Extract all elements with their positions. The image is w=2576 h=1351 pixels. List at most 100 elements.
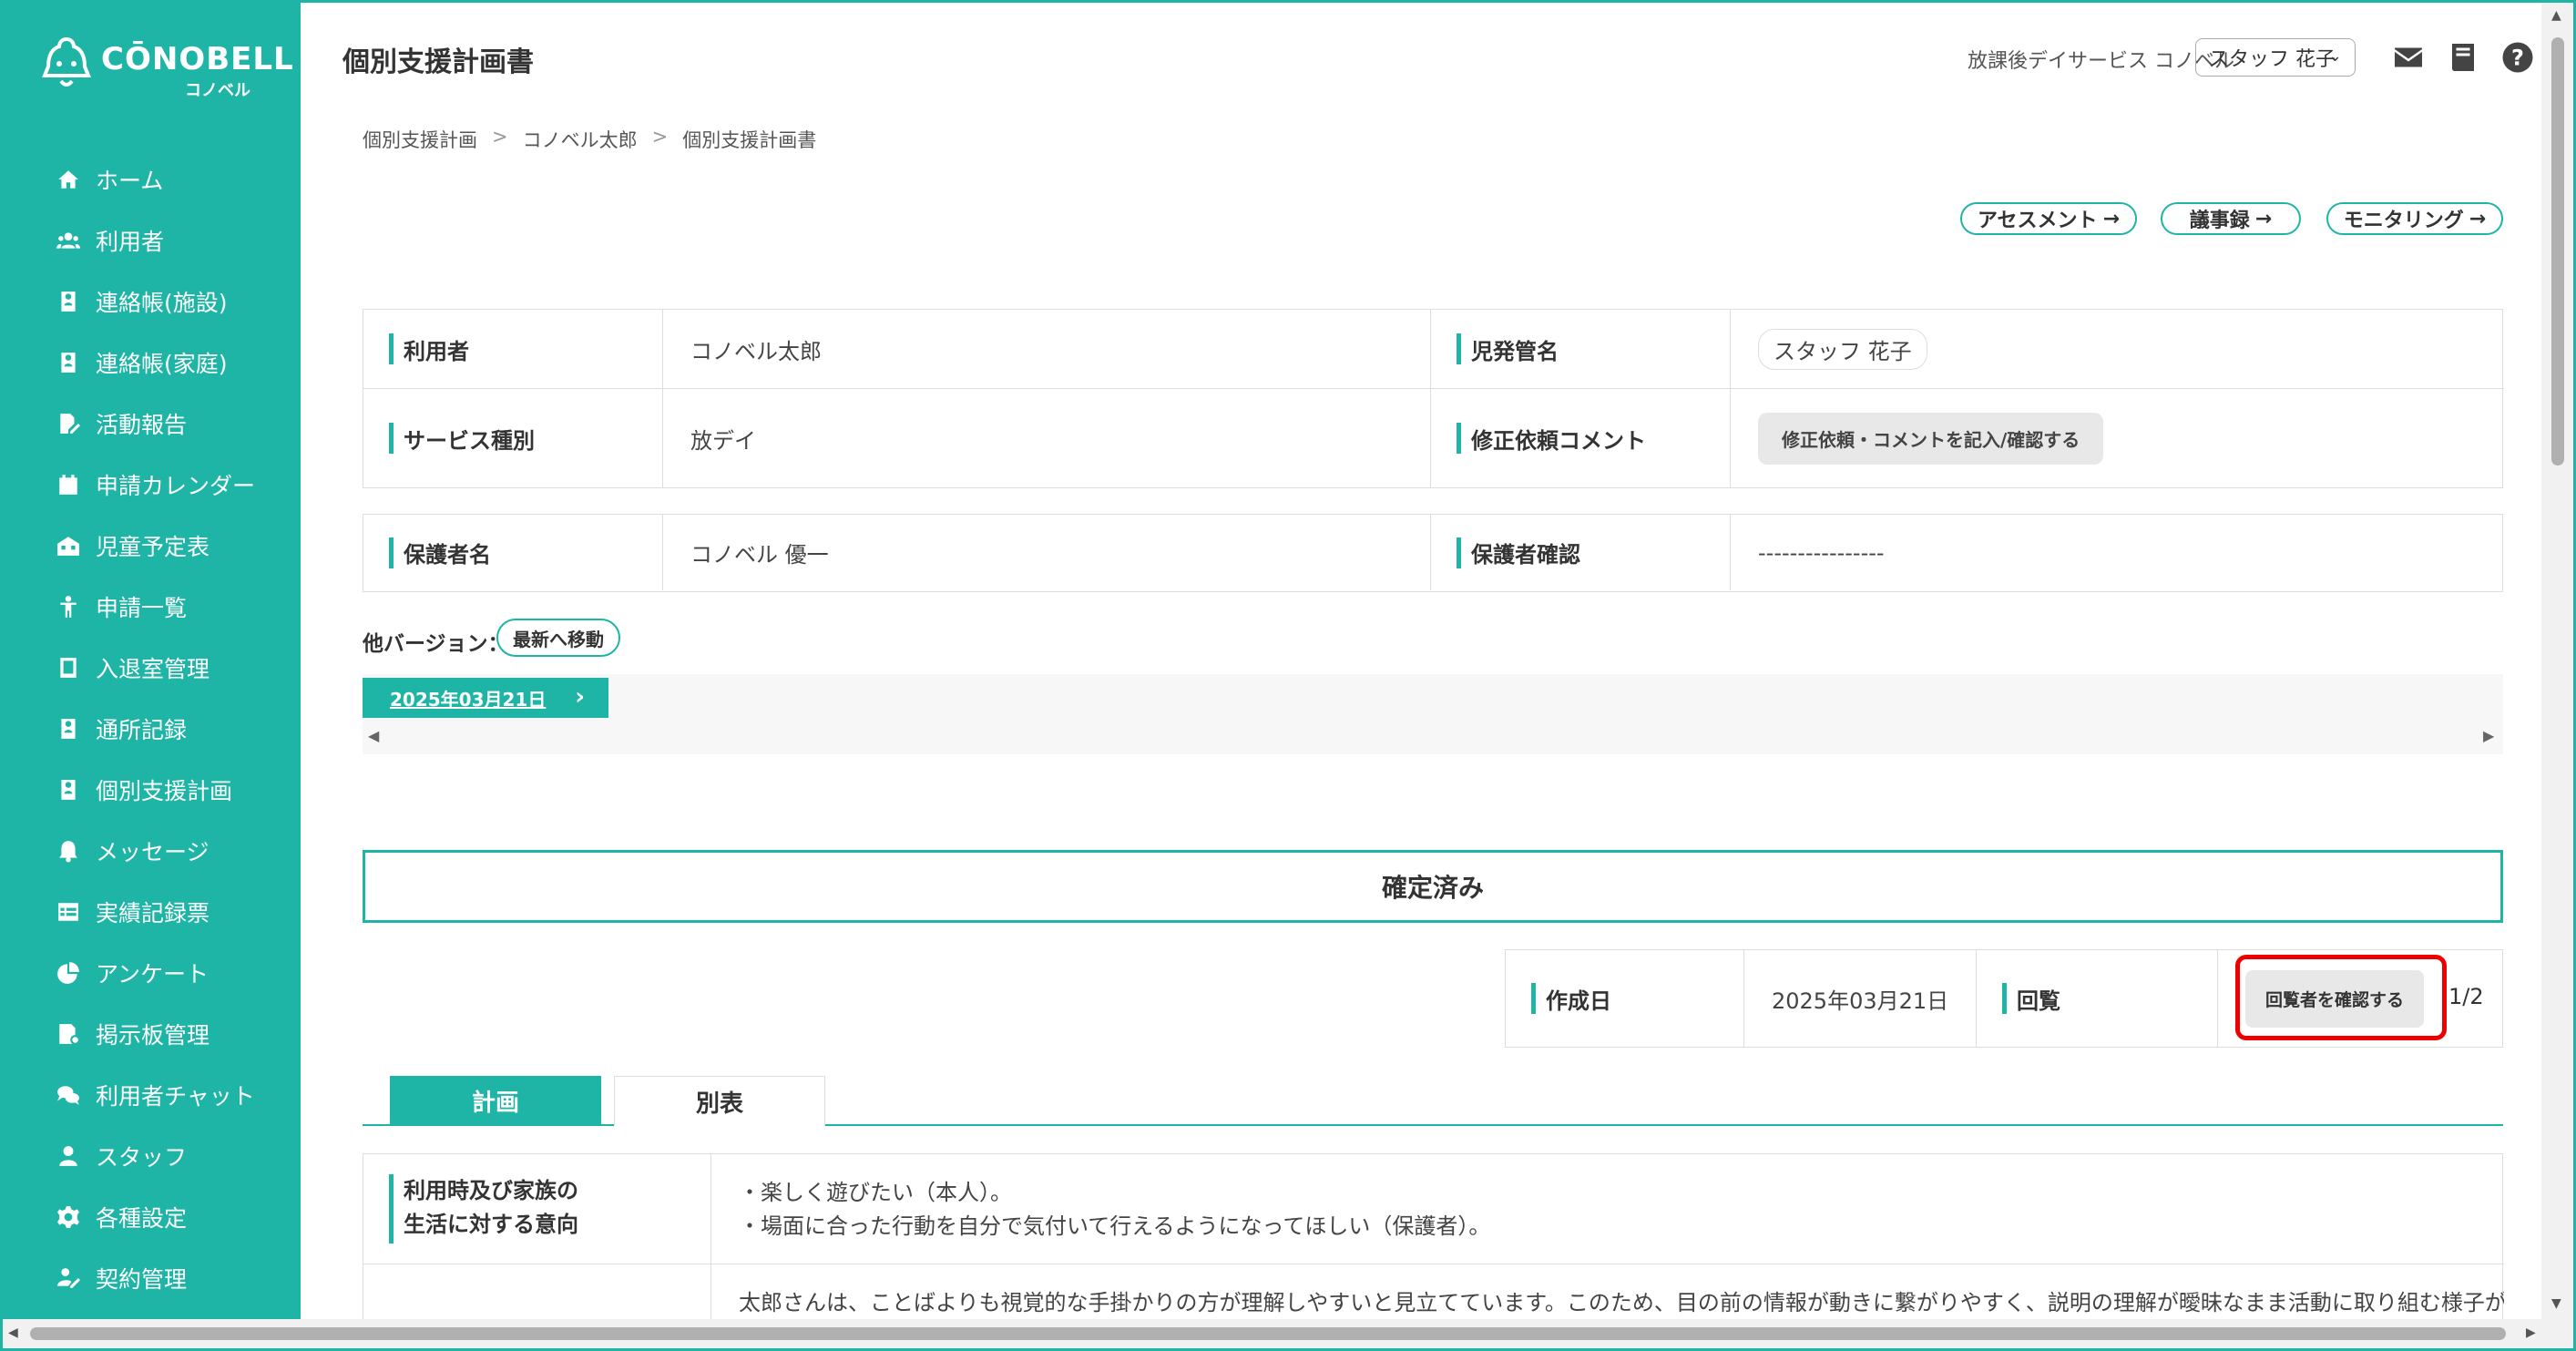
plan-tabs: 計画 別表 bbox=[363, 1073, 2503, 1126]
version-tab[interactable]: 2025年03月21日 › bbox=[363, 678, 608, 718]
sidebar-item-label: 連絡帳(施設) bbox=[96, 289, 228, 316]
sidebar-item-message[interactable]: メッセージ bbox=[3, 820, 301, 881]
sidebar-item-users[interactable]: 利用者 bbox=[3, 210, 301, 271]
page-count: 1/2 bbox=[2448, 984, 2484, 1009]
sidebar-item-label: 利用者 bbox=[96, 228, 165, 255]
sidebar-item-contact-facility[interactable]: 連絡帳(施設) bbox=[3, 271, 301, 332]
vertical-scroll-thumb[interactable] bbox=[2551, 37, 2564, 466]
app-logo[interactable]: CŌNOBELL コノベル bbox=[41, 34, 293, 107]
schedule-icon bbox=[56, 533, 81, 558]
user-value: コノベル太郎 bbox=[663, 310, 1431, 389]
sidebar-item-label: 申請カレンダー bbox=[96, 472, 256, 499]
sidebar: CŌNOBELL コノベル ホーム 利用者 連絡帳(施設) 連絡帳(家庭) 活動… bbox=[3, 3, 301, 1319]
arrow-right-icon: → bbox=[2254, 207, 2273, 230]
home-icon bbox=[56, 167, 81, 192]
sidebar-item-user-chat[interactable]: 利用者チャット bbox=[3, 1064, 301, 1125]
sidebar-item-home[interactable]: ホーム bbox=[3, 148, 301, 210]
intent-value: ・楽しく遊びたい（本人）。 ・場面に合った行動を自分で気付いて行えるようになって… bbox=[711, 1154, 2504, 1265]
monitoring-link-button[interactable]: モニタリング → bbox=[2326, 202, 2503, 235]
comment-button[interactable]: 修正依頼・コメントを記入/確認する bbox=[1758, 412, 2104, 465]
contract-icon bbox=[56, 1265, 81, 1291]
tab-plan[interactable]: 計画 bbox=[390, 1076, 601, 1126]
highlight-box bbox=[2235, 955, 2447, 1040]
staff-select-value: スタッフ 花子 bbox=[2209, 48, 2336, 71]
sidebar-item-attendance[interactable]: 入退室管理 bbox=[3, 637, 301, 698]
breadcrumb-item: 個別支援計画書 bbox=[682, 129, 817, 151]
version-strip: 2025年03月21日 › ◀ ▶ bbox=[363, 674, 2503, 754]
scroll-right-icon[interactable]: ▶ bbox=[2483, 727, 2494, 744]
bell-logo-icon bbox=[42, 36, 91, 87]
horizontal-scrollbar[interactable]: ◀ ▶ bbox=[3, 1319, 2573, 1348]
intent-label-line: 生活に対する意向 bbox=[404, 1212, 578, 1238]
child-icon bbox=[56, 594, 81, 619]
sidebar-item-label: ホーム bbox=[96, 167, 164, 194]
comment-value-cell: 修正依頼・コメントを記入/確認する bbox=[1731, 389, 2504, 487]
circulation-label: 回覧 bbox=[2017, 988, 2060, 1014]
sidebar-item-label: 各種設定 bbox=[96, 1204, 188, 1232]
version-date: 2025年03月21日 bbox=[390, 688, 547, 711]
status-text: 確定済み bbox=[1381, 873, 1484, 903]
tab-appendix[interactable]: 別表 bbox=[614, 1076, 825, 1126]
latest-version-button[interactable]: 最新へ移動 bbox=[496, 619, 620, 657]
guardian-label: 保護者名 bbox=[404, 542, 491, 568]
scroll-left-icon[interactable]: ◀ bbox=[368, 727, 379, 744]
service-value: 放デイ bbox=[663, 389, 1431, 487]
sidebar-item-settings[interactable]: 各種設定 bbox=[3, 1186, 301, 1247]
sidebar-item-label: 連絡帳(家庭) bbox=[96, 350, 228, 377]
guardian-confirm-label: 保護者確認 bbox=[1471, 542, 1580, 568]
circulation-label-cell: 回覧 bbox=[1977, 950, 2218, 1047]
comment-label: 修正依頼コメント bbox=[1471, 427, 1646, 454]
user-info-table: 利用者 コノベル太郎 児発管名 スタッフ 花子 サービス種別 放デイ 修正依頼コ… bbox=[363, 309, 2504, 488]
sidebar-item-board[interactable]: 掲示板管理 bbox=[3, 1003, 301, 1064]
assessment-link-button[interactable]: アセスメント → bbox=[1960, 202, 2137, 235]
logo-subtext: コノベル bbox=[185, 81, 250, 100]
sidebar-item-support-plan[interactable]: 個別支援計画 bbox=[3, 759, 301, 820]
scroll-right-icon[interactable]: ▶ bbox=[2526, 1325, 2536, 1340]
calendar-icon bbox=[56, 472, 81, 497]
sidebar-item-contract[interactable]: 契約管理 bbox=[3, 1247, 301, 1308]
manager-label: 児発管名 bbox=[1471, 338, 1559, 364]
sidebar-item-visit-record[interactable]: 通所記録 bbox=[3, 698, 301, 759]
top-header: 個別支援計画書 放課後デイサービス コノベル スタッフ 花子 ⌄ ? bbox=[301, 3, 2573, 112]
sidebar-item-child-schedule[interactable]: 児童予定表 bbox=[3, 515, 301, 576]
horizontal-scroll-thumb[interactable] bbox=[30, 1327, 2506, 1340]
sidebar-item-activity-report[interactable]: 活動報告 bbox=[3, 393, 301, 454]
sidebar-item-label: 契約管理 bbox=[96, 1265, 188, 1293]
scroll-left-icon[interactable]: ◀ bbox=[8, 1325, 18, 1340]
contact-book-icon bbox=[56, 777, 81, 803]
sidebar-item-request-list[interactable]: 申請一覧 bbox=[3, 576, 301, 637]
sidebar-item-request-calendar[interactable]: 申請カレンダー bbox=[3, 454, 301, 515]
breadcrumb: 個別支援計画 > コノベル太郎 > 個別支援計画書 bbox=[363, 126, 816, 153]
guardian-info-table: 保護者名 コノベル 優一 保護者確認 ---------------- bbox=[363, 514, 2503, 592]
manual-book-icon[interactable] bbox=[2447, 41, 2479, 74]
bell-icon bbox=[56, 838, 81, 864]
sidebar-item-survey[interactable]: アンケート bbox=[3, 942, 301, 1003]
logo-text: CŌNOBELL bbox=[101, 41, 294, 77]
contact-book-icon bbox=[56, 350, 81, 375]
board-icon bbox=[56, 1021, 81, 1047]
sidebar-item-contact-home[interactable]: 連絡帳(家庭) bbox=[3, 332, 301, 393]
staff-select[interactable]: スタッフ 花子 ⌄ bbox=[2195, 38, 2356, 77]
sidebar-item-label: 活動報告 bbox=[96, 411, 188, 438]
breadcrumb-item[interactable]: コノベル太郎 bbox=[523, 126, 638, 153]
users-icon bbox=[56, 228, 81, 253]
page-title: 個別支援計画書 bbox=[342, 46, 534, 78]
sidebar-item-staff[interactable]: スタッフ bbox=[3, 1125, 301, 1186]
scroll-down-icon[interactable]: ▼ bbox=[2551, 1296, 2561, 1311]
scroll-up-icon[interactable]: ▲ bbox=[2551, 8, 2561, 23]
vertical-scrollbar[interactable]: ▲ ▼ bbox=[2541, 3, 2573, 1319]
sidebar-item-label: 児童予定表 bbox=[96, 533, 210, 560]
mail-icon[interactable] bbox=[2392, 41, 2425, 74]
contact-book-icon bbox=[56, 289, 81, 314]
sidebar-item-performance-record[interactable]: 実績記録票 bbox=[3, 881, 301, 942]
arrow-right-icon: → bbox=[2102, 207, 2120, 230]
sidebar-item-label: 個別支援計画 bbox=[96, 777, 233, 804]
sidebar-item-label: 通所記録 bbox=[96, 716, 188, 743]
staff-icon bbox=[56, 1143, 81, 1169]
guardian-confirm-label-cell: 保護者確認 bbox=[1431, 515, 1731, 590]
breadcrumb-separator-icon: > bbox=[651, 126, 669, 148]
breadcrumb-item[interactable]: 個別支援計画 bbox=[363, 126, 477, 153]
comment-label-cell: 修正依頼コメント bbox=[1431, 389, 1731, 487]
help-icon[interactable]: ? bbox=[2501, 41, 2534, 74]
minutes-link-button[interactable]: 議事録 → bbox=[2161, 202, 2301, 235]
